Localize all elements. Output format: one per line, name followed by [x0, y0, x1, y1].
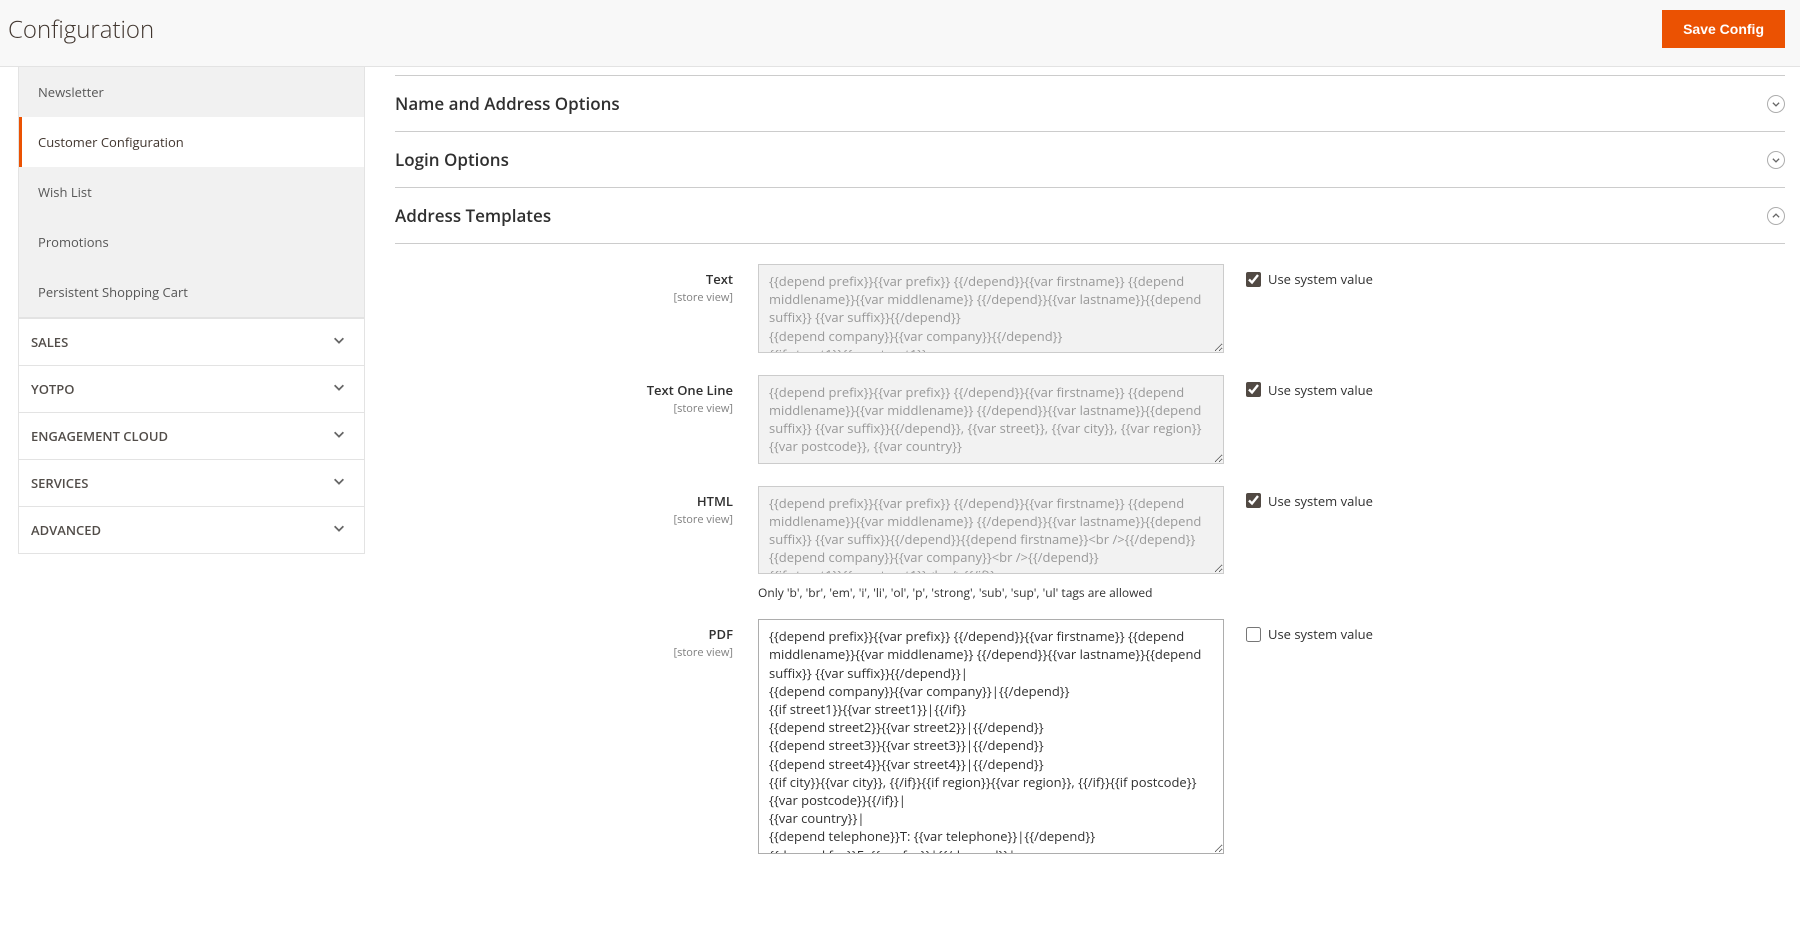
field-control — [758, 264, 1224, 357]
use-system-wrap: Use system value — [1224, 264, 1373, 288]
label-text: Text — [706, 270, 733, 288]
chevron-down-icon — [1767, 95, 1785, 113]
use-system-wrap: Use system value — [1224, 486, 1373, 510]
use-system-value-checkbox-text[interactable] — [1246, 272, 1261, 287]
chevron-down-icon — [1767, 151, 1785, 169]
use-system-value-checkbox-html[interactable] — [1246, 493, 1261, 508]
sidebar-group-label: ADVANCED — [31, 521, 101, 539]
label-text: HTML — [697, 492, 733, 510]
chevron-up-icon — [1767, 207, 1785, 225]
field-control: Only 'b', 'br', 'em', 'i', 'li', 'ol', '… — [758, 486, 1224, 602]
field-control — [758, 619, 1224, 857]
section-title: Address Templates — [395, 204, 551, 227]
use-system-wrap: Use system value — [1224, 619, 1373, 643]
scope-text: [store view] — [395, 401, 733, 416]
use-system-value-checkbox-text-one-line[interactable] — [1246, 382, 1261, 397]
field-label: Text [store view] — [395, 264, 758, 305]
section-name-address-options[interactable]: Name and Address Options — [395, 75, 1785, 132]
config-content: Name and Address Options Login Options A… — [365, 67, 1800, 916]
sidebar-item-persistent-shopping-cart[interactable]: Persistent Shopping Cart — [19, 267, 364, 317]
scope-text: [store view] — [395, 645, 733, 660]
sidebar-group-label: SALES — [31, 333, 68, 351]
config-sidebar: Newsletter Customer Configuration Wish L… — [0, 67, 365, 916]
section-title: Login Options — [395, 148, 509, 171]
use-system-value-checkbox-pdf[interactable] — [1246, 627, 1261, 642]
sidebar-group-label: YOTPO — [31, 380, 75, 398]
section-address-templates[interactable]: Address Templates — [395, 188, 1785, 244]
sidebar-group-services[interactable]: SERVICES — [19, 459, 364, 506]
sidebar-group-engagement-cloud[interactable]: ENGAGEMENT CLOUD — [19, 412, 364, 459]
chevron-down-icon — [332, 427, 346, 445]
html-note: Only 'b', 'br', 'em', 'i', 'li', 'ol', '… — [758, 584, 1224, 601]
use-system-label[interactable]: Use system value — [1268, 492, 1373, 510]
sidebar-group-yotpo[interactable]: YOTPO — [19, 365, 364, 412]
scope-text: [store view] — [395, 290, 733, 305]
label-text: Text One Line — [647, 381, 733, 399]
sidebar-group-nav: SALES YOTPO ENGAGEMENT CLOUD SERVICES AD… — [18, 318, 365, 554]
field-label: PDF [store view] — [395, 619, 758, 660]
sidebar-sub-nav: Newsletter Customer Configuration Wish L… — [18, 67, 365, 318]
use-system-label[interactable]: Use system value — [1268, 381, 1373, 399]
chevron-down-icon — [332, 474, 346, 492]
use-system-label[interactable]: Use system value — [1268, 625, 1373, 643]
scope-text: [store view] — [395, 512, 733, 527]
chevron-down-icon — [332, 521, 346, 539]
field-label: Text One Line [store view] — [395, 375, 758, 416]
field-row-pdf: PDF [store view] Use system value — [395, 619, 1785, 857]
field-control — [758, 375, 1224, 468]
field-row-html: HTML [store view] Only 'b', 'br', 'em', … — [395, 486, 1785, 602]
sidebar-group-advanced[interactable]: ADVANCED — [19, 506, 364, 553]
use-system-wrap: Use system value — [1224, 375, 1373, 399]
field-row-text-one-line: Text One Line [store view] Use system va… — [395, 375, 1785, 468]
chevron-down-icon — [332, 380, 346, 398]
field-row-text: Text [store view] Use system value — [395, 264, 1785, 357]
use-system-label[interactable]: Use system value — [1268, 270, 1373, 288]
page-header: Configuration Save Config — [0, 0, 1800, 67]
sidebar-item-customer-configuration[interactable]: Customer Configuration — [19, 117, 364, 167]
page-title: Configuration — [8, 13, 154, 46]
sidebar-group-sales[interactable]: SALES — [19, 318, 364, 365]
section-login-options[interactable]: Login Options — [395, 132, 1785, 188]
section-address-templates-body: Text [store view] Use system value Text … — [395, 244, 1785, 858]
sidebar-group-label: SERVICES — [31, 474, 88, 492]
sidebar-item-promotions[interactable]: Promotions — [19, 217, 364, 267]
text-one-line-template-textarea[interactable] — [758, 375, 1224, 464]
chevron-down-icon — [332, 333, 346, 351]
html-template-textarea[interactable] — [758, 486, 1224, 575]
sidebar-item-newsletter[interactable]: Newsletter — [19, 67, 364, 117]
sidebar-group-label: ENGAGEMENT CLOUD — [31, 427, 168, 445]
text-template-textarea[interactable] — [758, 264, 1224, 353]
section-title: Name and Address Options — [395, 92, 620, 115]
pdf-template-textarea[interactable] — [758, 619, 1224, 853]
label-text: PDF — [709, 625, 733, 643]
save-config-button[interactable]: Save Config — [1662, 10, 1785, 48]
field-label: HTML [store view] — [395, 486, 758, 527]
sidebar-item-wish-list[interactable]: Wish List — [19, 167, 364, 217]
